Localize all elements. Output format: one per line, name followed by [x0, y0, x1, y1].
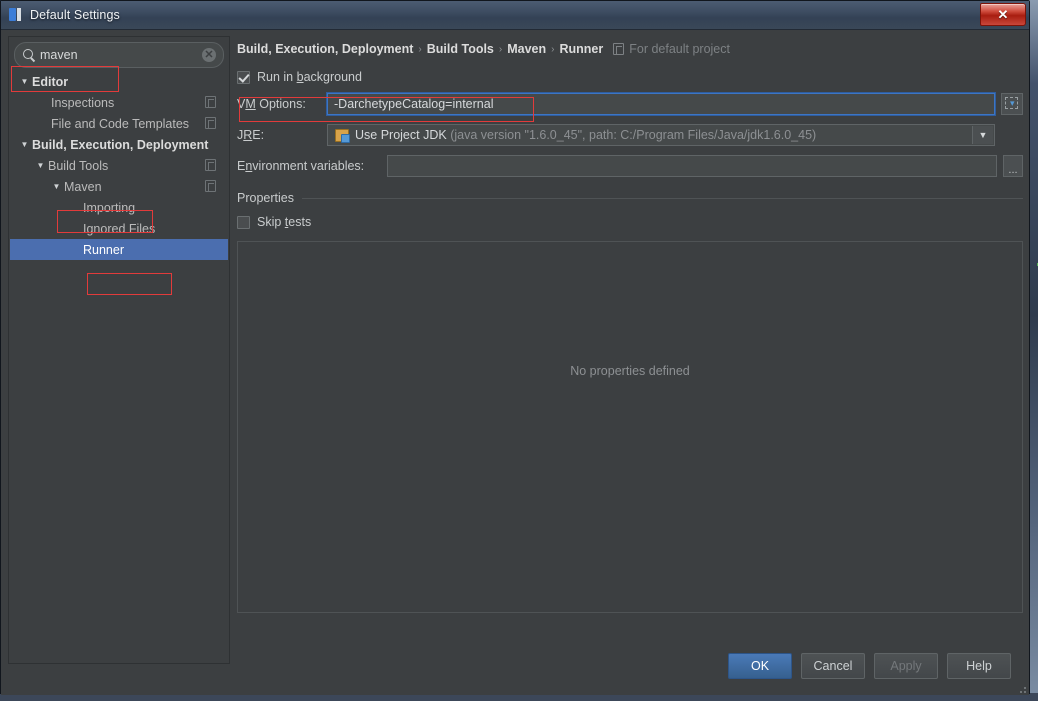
environment-variables-label: Environment variables:: [237, 159, 387, 173]
title-bar: Default Settings ✕: [1, 1, 1029, 30]
close-icon[interactable]: ✕: [980, 3, 1026, 26]
skip-tests-label: Skip tests: [257, 215, 311, 229]
sidebar-item-ignored-files[interactable]: Ignored Files: [10, 218, 228, 239]
edit-property-button[interactable]: [1031, 304, 1038, 328]
sidebar-item-importing[interactable]: Importing: [10, 197, 228, 218]
search-input[interactable]: [40, 48, 202, 62]
add-property-button[interactable]: [1031, 252, 1038, 276]
environment-variables-input[interactable]: [387, 155, 997, 177]
section-divider: [302, 198, 1023, 199]
copy-settings-icon: [205, 159, 216, 171]
breadcrumb-scope: For default project: [613, 42, 730, 56]
chevron-down-icon[interactable]: ▼: [972, 126, 993, 144]
sidebar-item-build-tools[interactable]: ▼ Build Tools: [10, 155, 228, 176]
screen: Default Settings ✕ ✕ ▼ Editor: [0, 0, 1038, 701]
environment-variables-browse-button[interactable]: ...: [1003, 155, 1023, 177]
cancel-button[interactable]: Cancel: [801, 653, 865, 679]
insert-macro-icon[interactable]: ▾: [1001, 93, 1023, 115]
copy-settings-icon: [205, 180, 216, 192]
sidebar-item-label: Ignored Files: [82, 222, 155, 236]
run-in-background-row[interactable]: Run in background: [237, 70, 1023, 84]
dialog-footer: OK Cancel Apply Help: [1, 637, 1029, 695]
sidebar-item-label: Maven: [63, 180, 102, 194]
sidebar-item-inspections[interactable]: Inspections: [10, 92, 228, 113]
window-title: Default Settings: [30, 8, 120, 22]
jre-label: JRE:: [237, 128, 327, 142]
sidebar-item-maven[interactable]: ▼ Maven: [10, 176, 228, 197]
settings-main-panel: Build, Execution, Deployment › Build Too…: [237, 36, 1023, 664]
skip-tests-row[interactable]: Skip tests: [237, 215, 1023, 229]
breadcrumb-separator: ›: [499, 44, 502, 55]
breadcrumb-separator: ›: [418, 44, 421, 55]
breadcrumb-crumb[interactable]: Runner: [559, 42, 603, 56]
sidebar-item-label: File and Code Templates: [50, 117, 189, 131]
run-in-background-checkbox[interactable]: [237, 71, 250, 84]
sidebar-item-label: Inspections: [50, 96, 114, 110]
breadcrumb: Build, Execution, Deployment › Build Too…: [237, 40, 1023, 58]
chevron-down-icon[interactable]: ▼: [18, 140, 31, 149]
help-button[interactable]: Help: [947, 653, 1011, 679]
jdk-icon: [335, 129, 349, 142]
remove-property-button[interactable]: [1031, 278, 1038, 302]
properties-empty-text: No properties defined: [238, 364, 1022, 378]
chevron-down-icon[interactable]: ▼: [50, 182, 63, 191]
sidebar-item-label: Build, Execution, Deployment: [31, 138, 208, 152]
sidebar-item-label: Editor: [31, 75, 68, 89]
properties-section-title: Properties: [237, 191, 302, 205]
sidebar-item-runner[interactable]: Runner: [10, 239, 228, 260]
settings-sidebar: ✕ ▼ Editor Inspections File and Code Tem…: [8, 36, 230, 664]
jre-row: JRE: Use Project JDK (java version "1.6.…: [237, 124, 1023, 146]
jre-select[interactable]: Use Project JDK (java version "1.6.0_45"…: [327, 124, 995, 146]
sidebar-item-file-and-code-templates[interactable]: File and Code Templates: [10, 113, 228, 134]
breadcrumb-scope-label: For default project: [629, 42, 730, 56]
run-in-background-label: Run in background: [257, 70, 362, 84]
vm-options-input[interactable]: -DarchetypeCatalog=internal: [327, 93, 995, 115]
sidebar-item-editor[interactable]: ▼ Editor: [10, 71, 228, 92]
apply-button: Apply: [874, 653, 938, 679]
dialog-body: ✕ ▼ Editor Inspections File and Code Tem…: [1, 30, 1029, 695]
properties-section-header: Properties: [237, 191, 1023, 205]
search-icon: [22, 48, 36, 62]
breadcrumb-crumb[interactable]: Build Tools: [427, 42, 494, 56]
breadcrumb-crumb[interactable]: Maven: [507, 42, 546, 56]
resize-grip[interactable]: [1016, 683, 1026, 693]
copy-settings-icon: [205, 117, 216, 129]
settings-dialog: Default Settings ✕ ✕ ▼ Editor: [0, 0, 1030, 694]
jre-value: Use Project JDK (java version "1.6.0_45"…: [355, 128, 816, 142]
chevron-down-icon[interactable]: ▼: [18, 77, 31, 86]
breadcrumb-separator: ›: [551, 44, 554, 55]
clear-circle-icon[interactable]: ✕: [202, 48, 216, 62]
sidebar-item-label: Importing: [82, 201, 135, 215]
project-icon: [613, 43, 624, 55]
intellij-icon: [8, 7, 24, 23]
vm-options-row: VM Options: -DarchetypeCatalog=internal …: [237, 93, 1023, 115]
search-field[interactable]: ✕: [14, 42, 224, 68]
vm-options-label: VM Options:: [237, 97, 327, 111]
sidebar-item-build-execution-deployment[interactable]: ▼ Build, Execution, Deployment: [10, 134, 228, 155]
copy-settings-icon: [205, 96, 216, 108]
sidebar-item-label: Build Tools: [47, 159, 108, 173]
ok-button[interactable]: OK: [728, 653, 792, 679]
properties-table[interactable]: No properties defined: [237, 241, 1023, 613]
environment-variables-row: Environment variables: ...: [237, 155, 1023, 177]
skip-tests-checkbox[interactable]: [237, 216, 250, 229]
properties-toolbar: [1030, 252, 1038, 330]
settings-tree[interactable]: ▼ Editor Inspections File and Code Templ…: [10, 71, 228, 662]
chevron-down-icon[interactable]: ▼: [34, 161, 47, 170]
sidebar-item-label: Runner: [82, 243, 124, 257]
breadcrumb-crumb[interactable]: Build, Execution, Deployment: [237, 42, 413, 56]
